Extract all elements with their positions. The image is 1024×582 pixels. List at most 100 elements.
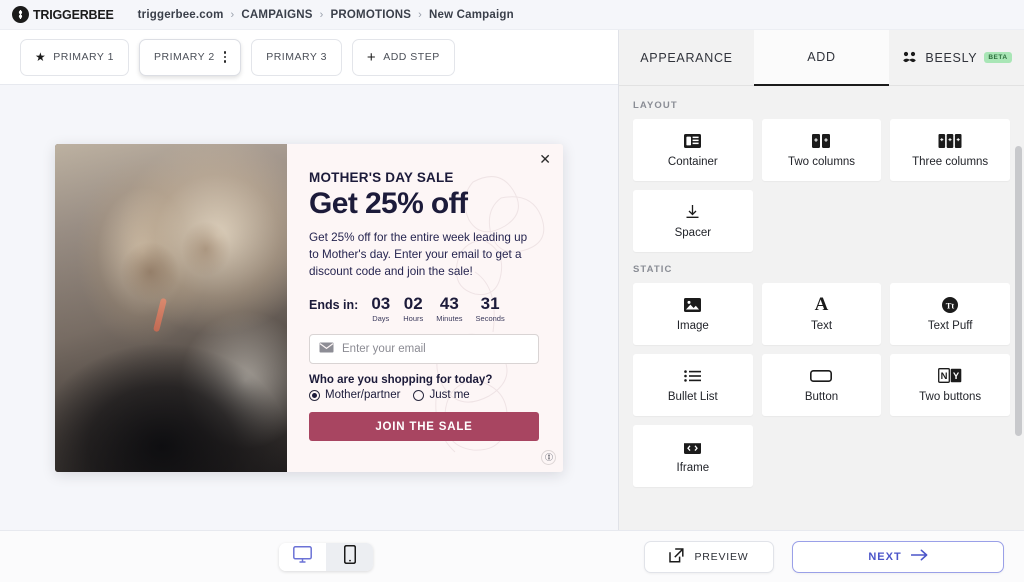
- star-icon: ★: [35, 50, 47, 64]
- card-button[interactable]: Button: [761, 354, 882, 416]
- panel-content: LAYOUT Container Two columns Three colum…: [619, 86, 1024, 530]
- card-label: Text Puff: [927, 320, 973, 332]
- breadcrumb-item-0[interactable]: triggerbee.com: [138, 9, 224, 21]
- breadcrumb-item-2[interactable]: PROMOTIONS: [331, 9, 412, 21]
- right-panel: APPEARANCE ADD BEESLY BETA LAYOUT Contai…: [618, 30, 1024, 530]
- countdown-timer: Ends in: 03 Days 02 Hours 43 Minutes 31 …: [309, 295, 539, 323]
- card-bullet-list[interactable]: Bullet List: [633, 354, 753, 416]
- card-container[interactable]: Container: [633, 119, 753, 181]
- step-tab-label: PRIMARY 2: [153, 51, 215, 63]
- desktop-icon: [293, 545, 312, 568]
- step-tab-primary-2[interactable]: PRIMARY 2: [138, 38, 242, 76]
- mobile-view-button[interactable]: [326, 542, 373, 571]
- add-step-button[interactable]: + ADD STEP: [351, 38, 455, 76]
- countdown-hours: 02 Hours: [403, 295, 423, 323]
- next-label: NEXT: [868, 550, 902, 563]
- card-two-columns[interactable]: Two columns: [761, 119, 882, 181]
- countdown-unit-label: Seconds: [475, 314, 505, 324]
- card-spacer[interactable]: Spacer: [633, 190, 753, 252]
- countdown-days: 03 Days: [371, 295, 390, 323]
- bullet-list-icon: [684, 367, 702, 384]
- triggerbee-logo[interactable]: TRIGGERBEE: [12, 6, 114, 23]
- join-the-sale-button[interactable]: JOIN THE SALE: [309, 412, 539, 442]
- card-label: Container: [667, 156, 718, 168]
- countdown-seconds: 31 Seconds: [476, 295, 505, 323]
- desktop-view-button[interactable]: [279, 542, 326, 571]
- popup-preview: ✕ MOTHER'S DAY SALE Get 25% off Get 25% …: [55, 143, 563, 472]
- text-puff-icon: Tt: [942, 296, 959, 313]
- step-tab-primary-3[interactable]: PRIMARY 3: [251, 38, 342, 76]
- radio-just-me[interactable]: Just me: [413, 389, 470, 402]
- countdown-unit-label: Days: [372, 314, 390, 324]
- step-tabs: ★ PRIMARY 1 PRIMARY 2 PRIMARY 3 + ADD ST…: [0, 30, 618, 85]
- step-tab-label: PRIMARY 1: [53, 51, 114, 63]
- close-icon[interactable]: ✕: [539, 152, 551, 166]
- countdown-unit-label: Hours: [403, 314, 424, 324]
- kebab-menu-icon[interactable]: [223, 51, 227, 63]
- email-field[interactable]: Enter your email: [309, 334, 539, 365]
- popup-content: ✕ MOTHER'S DAY SALE Get 25% off Get 25% …: [287, 143, 563, 472]
- breadcrumb: triggerbee.com › CAMPAIGNS › PROMOTIONS …: [138, 9, 514, 21]
- section-label-layout: LAYOUT: [633, 100, 678, 111]
- card-text[interactable]: A Text: [761, 283, 882, 345]
- popup-body-text: Get 25% off for the entire week leading …: [309, 230, 528, 278]
- chevron-right-icon: ›: [319, 8, 324, 21]
- envelope-icon: [319, 340, 334, 358]
- chevron-right-icon: ›: [418, 8, 422, 21]
- countdown-value: 43: [439, 294, 459, 314]
- card-label: Button: [804, 391, 839, 403]
- popup-image[interactable]: [55, 143, 287, 472]
- spacer-icon: [685, 203, 700, 220]
- svg-text:Y: Y: [953, 371, 960, 382]
- shopping-question-label: Who are you shopping for today?: [309, 374, 493, 387]
- card-two-buttons[interactable]: N Y Two buttons: [890, 354, 1010, 416]
- radio-label: Just me: [429, 389, 470, 402]
- bottom-actions: PREVIEW NEXT: [644, 540, 1004, 573]
- top-bar: TRIGGERBEE triggerbee.com › CAMPAIGNS › …: [0, 0, 1024, 30]
- step-tab-primary-1[interactable]: ★ PRIMARY 1: [20, 38, 129, 76]
- step-tab-label: ADD STEP: [383, 51, 440, 63]
- countdown-value: 31: [480, 294, 500, 314]
- card-image[interactable]: Image: [633, 283, 753, 345]
- mother-daughter-photo: [55, 143, 287, 472]
- card-three-columns[interactable]: Three columns: [890, 119, 1010, 181]
- panel-tabs: APPEARANCE ADD BEESLY BETA: [619, 30, 1024, 86]
- card-label: Image: [676, 320, 709, 332]
- triggerbee-badge-icon[interactable]: [541, 449, 556, 465]
- popup-kicker: MOTHER'S DAY SALE: [309, 169, 454, 185]
- brand-name: TRIGGERBEE: [33, 7, 114, 22]
- panel-scrollbar[interactable]: [1015, 146, 1022, 436]
- radio-dot-icon: [413, 389, 425, 401]
- plus-icon: +: [366, 48, 377, 66]
- image-icon: [684, 296, 702, 313]
- tab-appearance[interactable]: APPEARANCE: [619, 30, 754, 86]
- breadcrumb-item-3: New Campaign: [429, 8, 514, 21]
- tab-add[interactable]: ADD: [754, 30, 889, 86]
- breadcrumb-item-1[interactable]: CAMPAIGNS: [241, 9, 312, 21]
- card-label: Bullet List: [667, 391, 718, 403]
- email-placeholder: Enter your email: [342, 343, 426, 356]
- card-iframe[interactable]: Iframe: [633, 425, 753, 487]
- next-button[interactable]: NEXT: [792, 540, 1004, 573]
- beesly-face-icon: [901, 51, 918, 64]
- shopping-radio-group: Mother/partner Just me: [309, 389, 539, 401]
- tab-label: BEESLY: [925, 50, 978, 65]
- arrow-right-icon: [910, 549, 928, 564]
- two-columns-icon: [811, 132, 831, 149]
- card-text-puff[interactable]: Tt Text Puff: [890, 283, 1010, 345]
- tab-beesly[interactable]: BEESLY BETA: [889, 30, 1024, 86]
- radio-dot-icon: [309, 389, 320, 401]
- device-toggle: [279, 542, 373, 571]
- tab-label: ADD: [807, 50, 836, 64]
- tab-label: APPEARANCE: [640, 50, 733, 65]
- layout-card-grid: Container Two columns Three columns Spac…: [633, 119, 1010, 252]
- chevron-right-icon: ›: [230, 8, 235, 21]
- radio-mother-partner[interactable]: Mother/partner: [309, 389, 400, 401]
- card-label: Spacer: [674, 227, 712, 239]
- preview-canvas: ✕ MOTHER'S DAY SALE Get 25% off Get 25% …: [0, 85, 618, 530]
- preview-button[interactable]: PREVIEW: [644, 540, 774, 573]
- countdown-unit-label: Minutes: [436, 314, 463, 324]
- external-link-icon: [669, 547, 685, 566]
- three-columns-icon: [938, 132, 962, 149]
